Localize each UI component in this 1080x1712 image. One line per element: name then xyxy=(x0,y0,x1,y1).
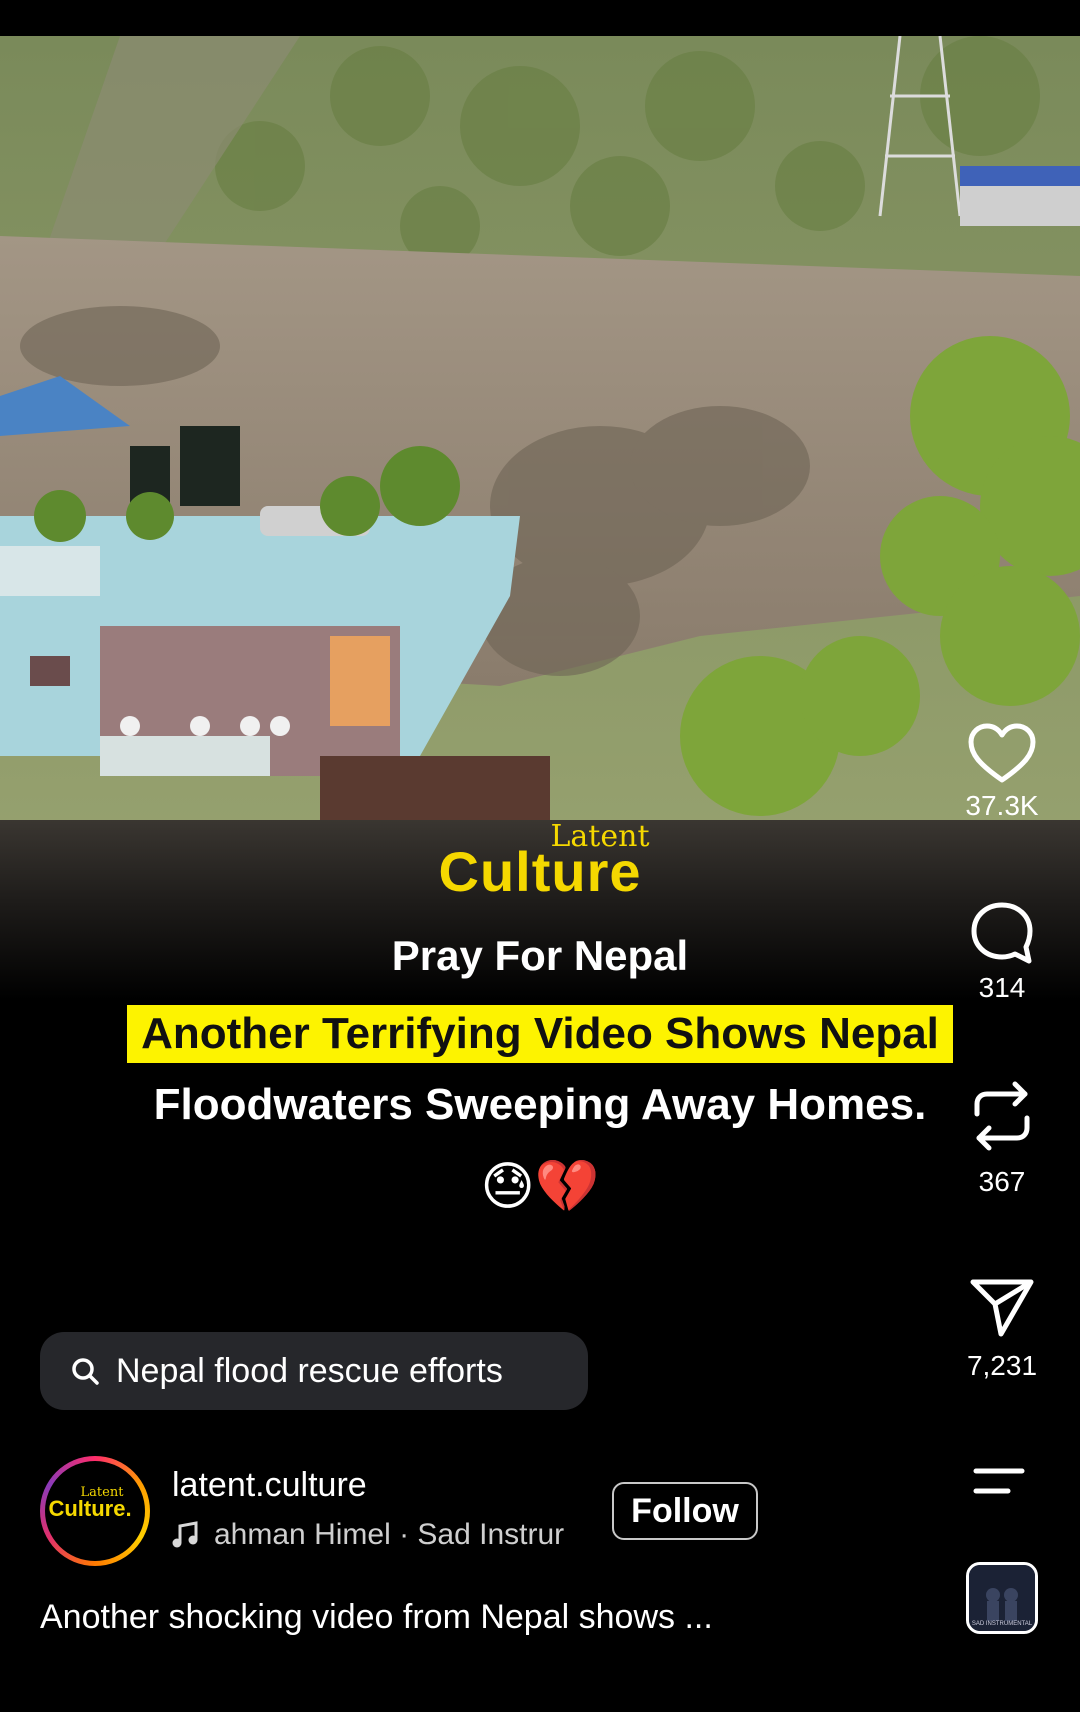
heart-icon[interactable] xyxy=(967,722,1037,784)
menu-icon[interactable] xyxy=(972,1466,1026,1496)
audio-track-label: ahman Himel · Sad Instrur xyxy=(214,1518,565,1551)
headline-line-2: Another Terrifying Video Shows Nepal xyxy=(0,1005,1080,1063)
related-search-chip[interactable]: Nepal flood rescue efforts xyxy=(40,1332,588,1410)
brand-logo-big: Culture xyxy=(438,840,642,903)
brand-logo: Latent Culture xyxy=(0,822,1080,903)
headline-line-1: Pray For Nepal xyxy=(391,932,689,979)
comment-icon[interactable] xyxy=(969,900,1035,966)
video-frame[interactable] xyxy=(0,36,1080,824)
related-search-label: Nepal flood rescue efforts xyxy=(116,1351,503,1390)
repost-count: 367 xyxy=(978,1166,1026,1197)
audio-track[interactable]: ahman Himel · Sad Instrur xyxy=(172,1518,582,1552)
share-count: 7,231 xyxy=(966,1350,1038,1381)
comment-action[interactable]: 314 xyxy=(952,900,1052,1004)
headline-emojis: 😓💔 xyxy=(480,1158,600,1216)
avatar[interactable]: Latent Culture. xyxy=(40,1456,150,1566)
headline-highlight: Another Terrifying Video Shows Nepal xyxy=(127,1005,953,1063)
post-caption[interactable]: Another shocking video from Nepal shows … xyxy=(40,1598,713,1637)
like-count: 37.3K xyxy=(965,790,1039,821)
avatar-logo-big: Culture. xyxy=(48,1496,132,1521)
comment-count: 314 xyxy=(978,972,1026,1003)
headline-line-3: Floodwaters Sweeping Away Homes. xyxy=(153,1080,927,1129)
audio-thumbnail[interactable]: SAD INSTRUMENTAL xyxy=(966,1562,1038,1634)
repost-action[interactable]: 367 xyxy=(952,1080,1052,1198)
like-action[interactable]: 37.3K xyxy=(952,722,1052,822)
share-action[interactable]: 7,231 xyxy=(952,1276,1052,1382)
search-icon xyxy=(72,1358,99,1385)
repost-icon[interactable] xyxy=(969,1080,1035,1152)
audio-thumbnail-caption: SAD INSTRUMENTAL xyxy=(971,1621,1033,1627)
username[interactable]: latent.culture xyxy=(172,1466,367,1505)
music-note-icon xyxy=(172,1521,198,1548)
flood-video-image xyxy=(0,36,1080,824)
share-icon[interactable] xyxy=(969,1276,1035,1338)
follow-button[interactable]: Follow xyxy=(612,1482,758,1540)
